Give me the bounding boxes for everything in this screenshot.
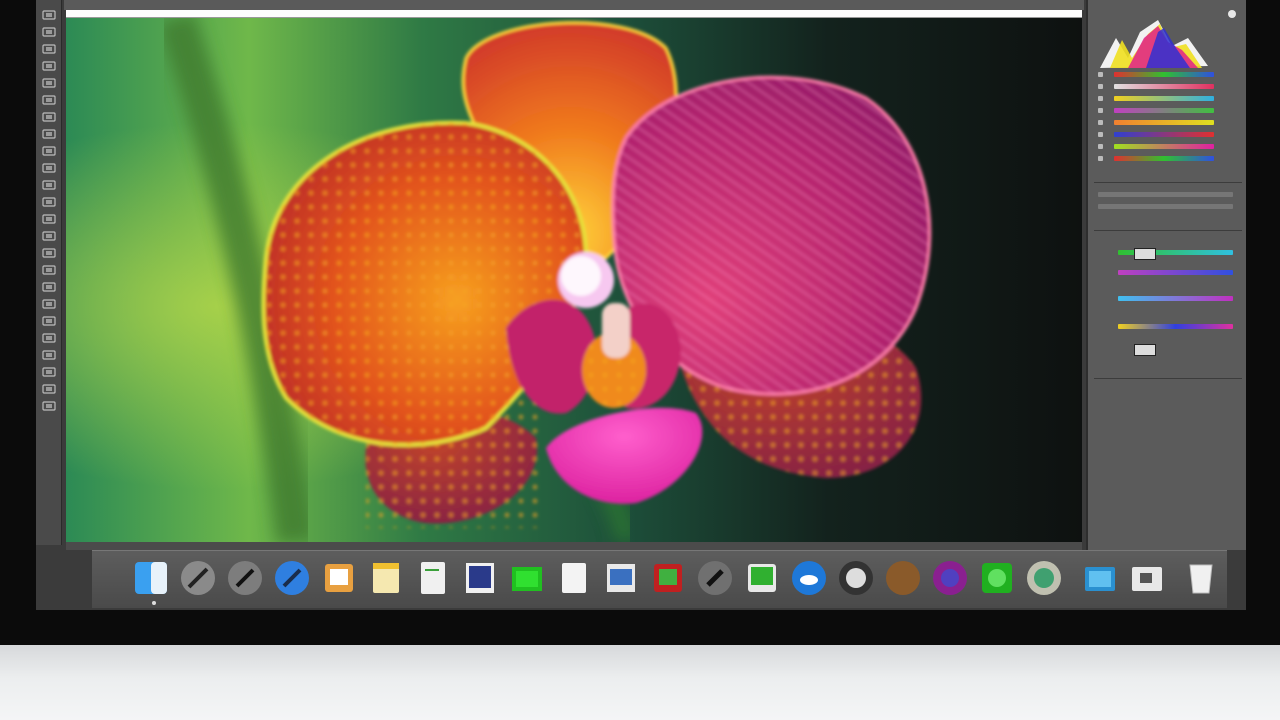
photos-icon[interactable] [1025,559,1063,597]
document-icon[interactable] [414,559,452,597]
page-icon[interactable] [555,559,593,597]
layer-row[interactable] [1118,270,1233,275]
healing-tool-icon[interactable] [42,112,56,122]
type-tool-icon[interactable] [42,265,56,275]
gradient-tool-icon[interactable] [42,197,56,207]
path-select-tool-icon[interactable] [42,282,56,292]
histogram-channel-row [1114,132,1214,137]
hand-tool-icon[interactable] [42,316,56,326]
layer-thumbnail[interactable] [1134,344,1156,356]
blur-tool-icon[interactable] [42,214,56,224]
camera-icon[interactable] [696,559,734,597]
background-color-icon[interactable] [42,367,56,377]
layer-row[interactable] [1118,324,1233,329]
clone-stamp-tool-icon[interactable] [42,146,56,156]
histogram-channel-row [1114,84,1214,89]
eyedropper-tool-icon[interactable] [42,95,56,105]
document-progress-bar [66,10,1082,18]
adjustments-row[interactable] [1098,204,1233,209]
trash-icon[interactable] [1182,559,1220,597]
histogram-channel-row [1114,72,1214,77]
music-icon[interactable] [931,559,969,597]
photo-booth-icon[interactable] [649,559,687,597]
crop-tool-icon[interactable] [42,78,56,88]
magic-wand-tool-icon[interactable] [42,61,56,71]
rocket-icon[interactable] [179,559,217,597]
finder-icon[interactable] [132,559,170,597]
pen-icon[interactable] [226,559,264,597]
channel-toggle-icon[interactable] [1098,84,1103,89]
notes-icon[interactable] [367,559,405,597]
downloads-folder-icon[interactable] [1128,559,1166,597]
channel-toggle-icon[interactable] [1098,156,1103,161]
channel-toggle-icon[interactable] [1098,108,1103,113]
move-tool-icon[interactable] [42,10,56,20]
channel-toggle-icon[interactable] [1098,144,1103,149]
photo-icon[interactable] [461,559,499,597]
orchid-photo [66,18,1082,542]
channel-toggle-icon[interactable] [1098,120,1103,125]
layer-row[interactable] [1118,296,1233,301]
monitor-bezel [0,0,1280,645]
zoom-tool-icon[interactable] [42,333,56,343]
image-capture-icon[interactable] [602,559,640,597]
pen-tool-icon[interactable] [42,248,56,258]
shape-tool-icon[interactable] [42,299,56,309]
marquee-tool-icon[interactable] [42,27,56,37]
channel-toggle-icon[interactable] [1098,96,1103,101]
map-icon[interactable] [743,559,781,597]
quick-mask-icon[interactable] [42,384,56,394]
tools-panel [36,0,62,545]
foreground-color-icon[interactable] [42,350,56,360]
dock [92,550,1227,608]
histogram-channel-row [1114,108,1214,113]
brush-tool-icon[interactable] [42,129,56,139]
channel-toggle-icon[interactable] [1098,72,1103,77]
histogram-channel-row [1114,96,1214,101]
running-indicator [152,601,156,605]
adjustments-row[interactable] [1098,192,1233,197]
monitor-stand [0,645,1280,720]
app-store-icon[interactable] [1081,559,1119,597]
history-brush-tool-icon[interactable] [42,163,56,173]
channel-toggle-icon[interactable] [1098,132,1103,137]
close-icon[interactable] [1228,10,1236,18]
image-canvas[interactable] [66,18,1082,542]
histogram-icon [1100,20,1208,68]
compass-icon[interactable] [273,559,311,597]
folder-wood-icon[interactable] [884,559,922,597]
spreadsheet-icon[interactable] [508,559,546,597]
film-icon[interactable] [837,559,875,597]
screen-mode-icon[interactable] [42,401,56,411]
contacts-icon[interactable] [320,559,358,597]
canvas-status-bar [66,542,1082,550]
right-panels [1086,0,1246,550]
histogram-channel-row [1114,120,1214,125]
cloud-icon[interactable] [790,559,828,597]
document-progress-fill [66,10,1082,18]
histogram-channel-row [1114,156,1214,161]
dodge-tool-icon[interactable] [42,231,56,241]
eraser-tool-icon[interactable] [42,180,56,190]
chat-icon[interactable] [978,559,1016,597]
document-tab-bar[interactable] [64,0,1084,10]
lasso-tool-icon[interactable] [42,44,56,54]
screen [36,0,1246,610]
layer-thumbnail[interactable] [1134,248,1156,260]
histogram-channel-row [1114,144,1214,149]
